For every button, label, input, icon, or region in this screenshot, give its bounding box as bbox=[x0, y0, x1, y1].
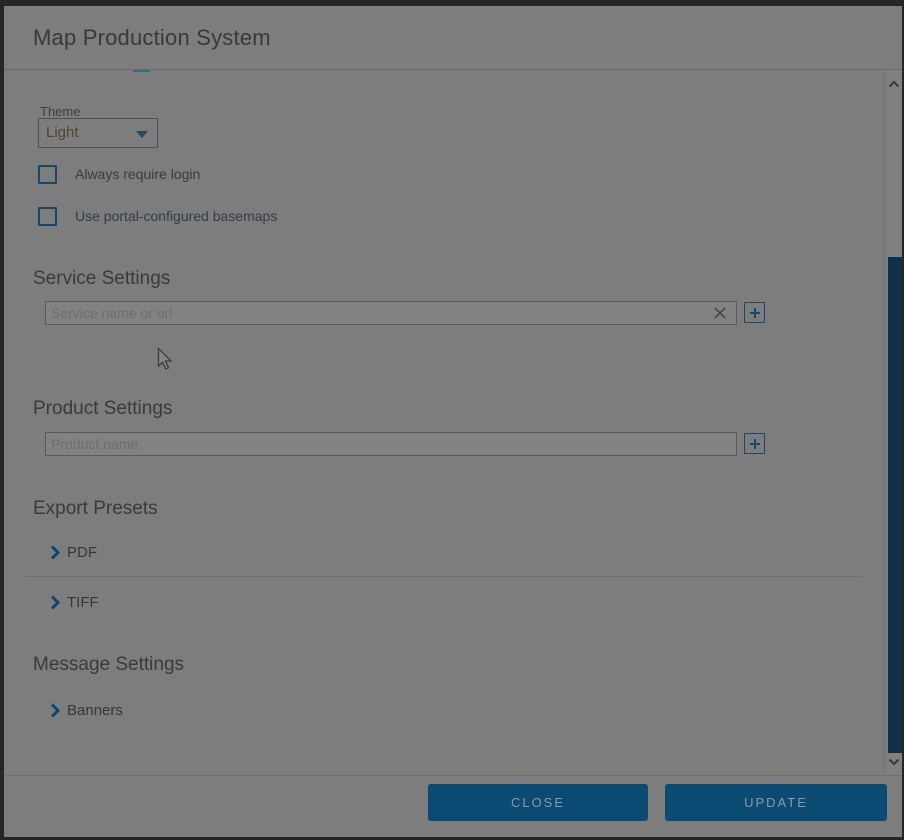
banners-expander[interactable]: Banners bbox=[50, 700, 123, 720]
map-production-system-dialog: Map Production System Theme Light Always… bbox=[4, 6, 902, 837]
banners-label: Banners bbox=[67, 702, 123, 719]
always-require-login-label: Always require login bbox=[75, 166, 200, 182]
theme-label: Theme bbox=[40, 104, 80, 119]
service-settings-heading: Service Settings bbox=[33, 268, 170, 290]
chevron-down-icon bbox=[888, 758, 900, 766]
message-settings-heading: Message Settings bbox=[33, 654, 184, 676]
chevron-right-icon bbox=[50, 703, 60, 718]
product-name-input[interactable] bbox=[45, 432, 737, 456]
always-require-login-checkbox[interactable] bbox=[38, 165, 57, 184]
scrollbar-down-button[interactable] bbox=[886, 754, 902, 770]
plus-icon bbox=[749, 307, 761, 319]
pdf-label: PDF bbox=[67, 544, 97, 561]
update-button[interactable]: UPDATE bbox=[665, 784, 887, 821]
chevron-right-icon bbox=[50, 595, 60, 610]
theme-select-value: Light bbox=[46, 124, 79, 141]
close-button[interactable]: CLOSE bbox=[428, 784, 648, 821]
tiff-expander[interactable]: TIFF bbox=[50, 592, 99, 612]
export-presets-heading: Export Presets bbox=[33, 498, 158, 520]
x-icon bbox=[712, 305, 728, 321]
portal-basemaps-checkbox[interactable] bbox=[38, 207, 57, 226]
vertical-scrollbar[interactable] bbox=[884, 70, 901, 775]
pdf-expander[interactable]: PDF bbox=[50, 542, 97, 562]
product-settings-heading: Product Settings bbox=[33, 398, 172, 420]
screen: Map Production System Theme Light Always… bbox=[0, 0, 904, 840]
chevron-down-icon bbox=[136, 131, 148, 138]
divider bbox=[25, 576, 861, 577]
scrollbar-up-button[interactable] bbox=[886, 76, 902, 92]
dialog-title: Map Production System bbox=[33, 23, 271, 53]
chevron-up-icon bbox=[888, 80, 900, 88]
dialog-header: Map Production System bbox=[4, 6, 902, 70]
service-name-input[interactable] bbox=[45, 301, 737, 325]
add-service-button[interactable] bbox=[744, 302, 765, 323]
scrollbar-thumb[interactable] bbox=[888, 257, 902, 753]
tiff-label: TIFF bbox=[67, 594, 99, 611]
theme-select[interactable]: Light bbox=[38, 118, 158, 148]
clear-icon[interactable] bbox=[712, 305, 728, 321]
portal-basemaps-label: Use portal-configured basemaps bbox=[75, 208, 277, 224]
dialog-footer: CLOSE UPDATE bbox=[4, 775, 902, 837]
scrolled-element-edge bbox=[133, 70, 150, 72]
mouse-cursor bbox=[157, 347, 174, 372]
chevron-right-icon bbox=[50, 545, 60, 560]
add-product-button[interactable] bbox=[744, 433, 765, 454]
plus-icon bbox=[749, 438, 761, 450]
